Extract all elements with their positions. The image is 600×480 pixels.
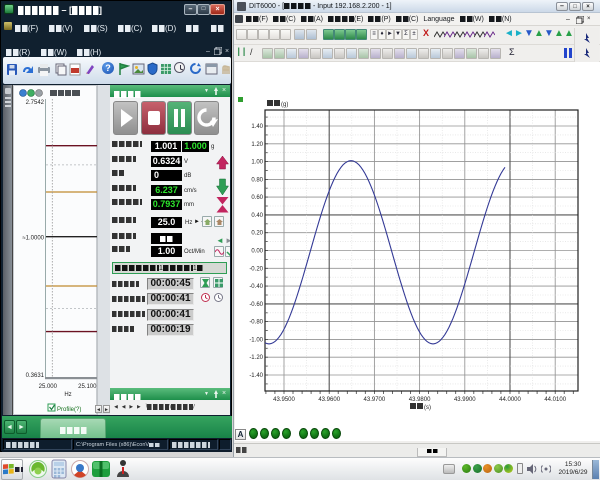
svg-text:25.000: 25.000	[39, 384, 58, 390]
svg-text:0.20: 0.20	[251, 231, 263, 237]
svg-text:1.20: 1.20	[251, 142, 263, 148]
svg-text:-1.00: -1.00	[249, 337, 263, 343]
svg-text:44.0100: 44.0100	[544, 397, 566, 403]
svg-text:Hz: Hz	[64, 392, 71, 398]
svg-text:(s): (s)	[424, 405, 431, 411]
svg-text:43.9700: 43.9700	[364, 397, 386, 403]
svg-text:0.3631: 0.3631	[26, 373, 45, 379]
svg-text:-0.40: -0.40	[249, 284, 263, 290]
svg-text:1.40: 1.40	[251, 124, 263, 130]
svg-text:-1.20: -1.20	[249, 355, 263, 361]
svg-text:(g): (g)	[281, 102, 288, 108]
svg-text:Profile(?): Profile(?)	[57, 407, 81, 413]
svg-text:0.60: 0.60	[251, 195, 263, 201]
svg-text:2.7542: 2.7542	[26, 100, 45, 106]
svg-text:44.0000: 44.0000	[499, 397, 521, 403]
svg-text:0.40: 0.40	[251, 213, 263, 219]
svg-text:0.00: 0.00	[251, 249, 263, 255]
svg-text:43.9900: 43.9900	[454, 397, 476, 403]
svg-text:≈1.0000: ≈1.0000	[22, 236, 44, 242]
svg-text:-1.40: -1.40	[249, 373, 263, 379]
svg-text:43.9500: 43.9500	[273, 397, 295, 403]
svg-text:25.100: 25.100	[78, 384, 97, 390]
svg-text:0.80: 0.80	[251, 177, 263, 183]
svg-text:43.9800: 43.9800	[409, 397, 431, 403]
svg-text:1.00: 1.00	[251, 160, 263, 166]
svg-text:43.9600: 43.9600	[318, 397, 340, 403]
svg-text:-0.60: -0.60	[249, 302, 263, 308]
svg-text:-0.20: -0.20	[249, 266, 263, 272]
svg-text:-0.80: -0.80	[249, 320, 263, 326]
